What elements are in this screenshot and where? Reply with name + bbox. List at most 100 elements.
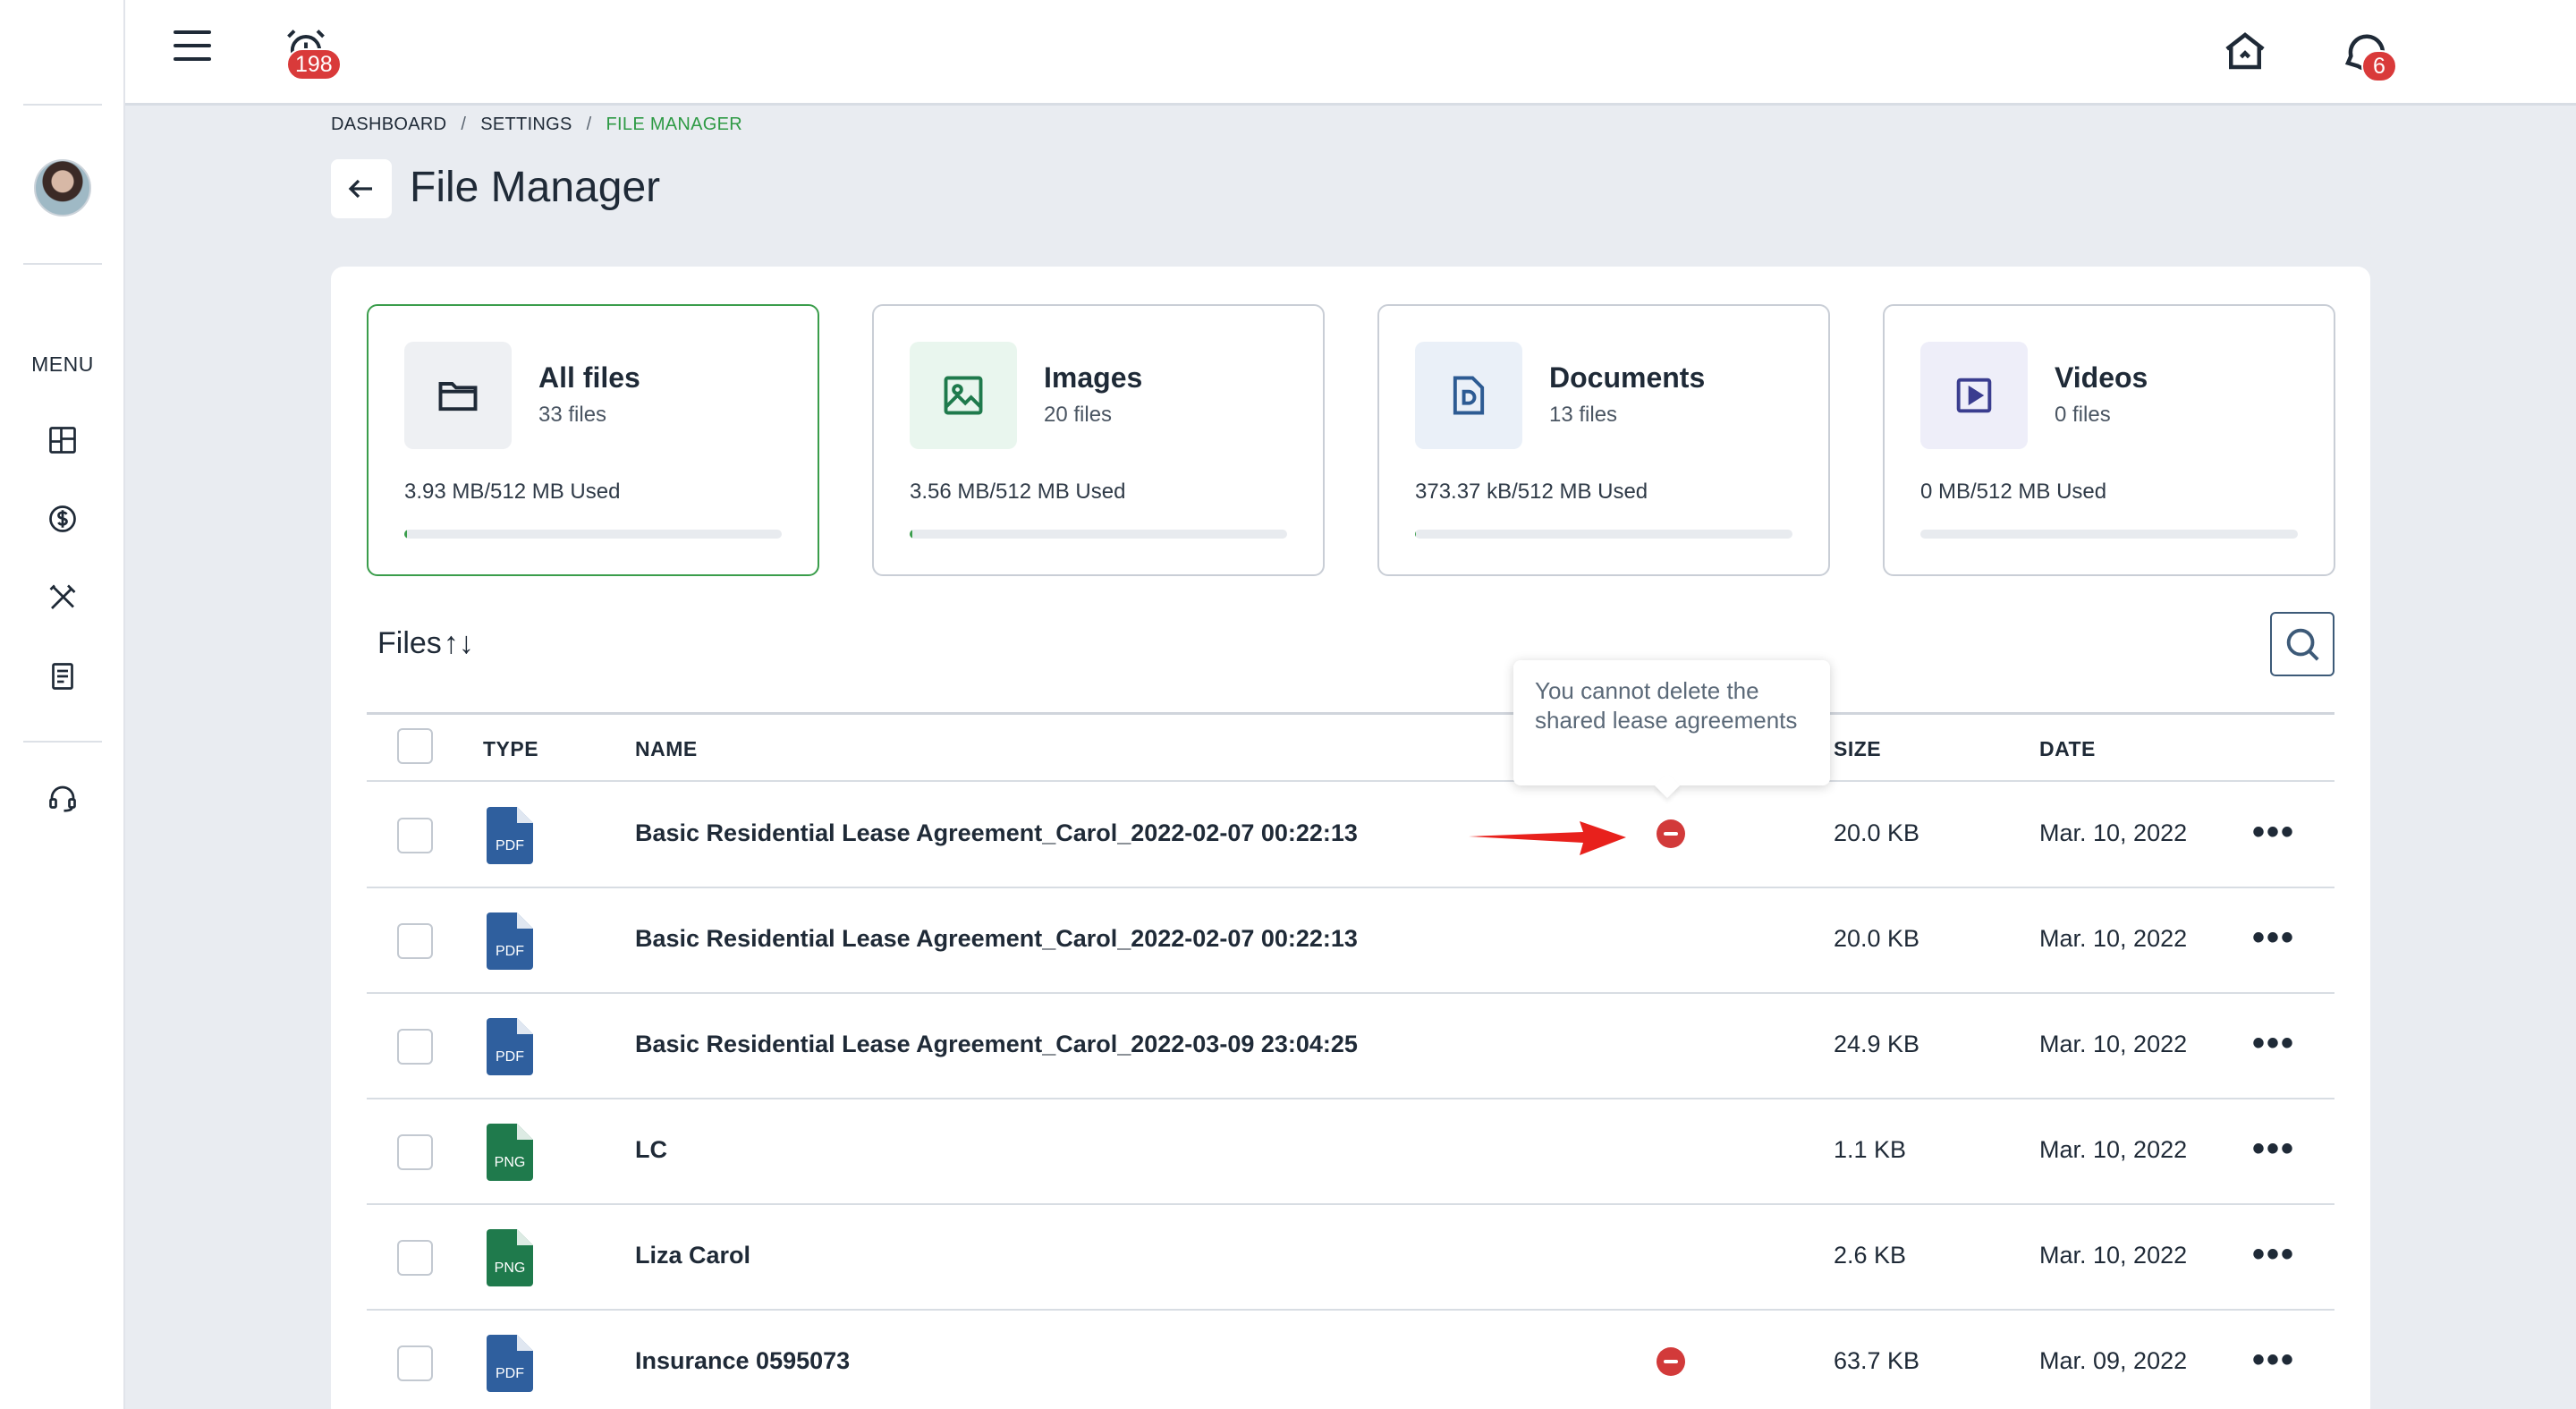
category-documents[interactable]: Documents 13 files 373.37 kB/512 MB Used: [1377, 304, 1830, 576]
category-count: 0 files: [2055, 403, 2111, 427]
category-title: Images: [1044, 361, 1143, 394]
file-name[interactable]: Basic Residential Lease Agreement_Carol_…: [635, 925, 1358, 953]
more-options-icon[interactable]: •••: [2252, 814, 2295, 850]
png-file-icon: PNG: [487, 1124, 533, 1181]
category-images[interactable]: Images 20 files 3.56 MB/512 MB Used: [872, 304, 1325, 576]
tools-icon[interactable]: [45, 580, 80, 615]
dashboard-icon[interactable]: [45, 422, 80, 458]
breadcrumb-settings[interactable]: SETTINGS: [480, 115, 572, 134]
category-usage: 0 MB/512 MB Used: [1920, 480, 2107, 504]
breadcrumb-file-manager: FILE MANAGER: [606, 115, 743, 134]
column-header-type: TYPE: [483, 737, 539, 760]
usage-bar: [910, 530, 1287, 539]
svg-text:PNG: PNG: [495, 1260, 526, 1276]
row-checkbox[interactable]: [397, 923, 433, 959]
delete-disabled-icon[interactable]: [1657, 1347, 1685, 1376]
file-size: 1.1 KB: [1834, 1136, 1907, 1163]
category-videos[interactable]: Videos 0 files 0 MB/512 MB Used: [1883, 304, 2335, 576]
file-date: Mar. 10, 2022: [2039, 1031, 2188, 1057]
file-size: 2.6 KB: [1834, 1242, 1907, 1269]
pdf-file-icon: PDF: [487, 1335, 533, 1392]
row-divider: [367, 1098, 2334, 1099]
category-count: 33 files: [538, 403, 607, 427]
files-sort-heading[interactable]: Files↑↓: [377, 626, 474, 661]
category-title: All files: [538, 361, 640, 394]
file-size: 20.0 KB: [1834, 819, 1920, 846]
file-name[interactable]: Basic Residential Lease Agreement_Carol_…: [635, 1031, 1358, 1058]
file-date: Mar. 09, 2022: [2039, 1347, 2188, 1374]
category-usage: 3.56 MB/512 MB Used: [910, 480, 1126, 504]
row-checkbox[interactable]: [397, 1345, 433, 1381]
file-date: Mar. 10, 2022: [2039, 1242, 2188, 1269]
alarm-count-badge: 198: [286, 48, 342, 81]
category-count: 13 files: [1549, 403, 1618, 427]
row-divider: [367, 1203, 2334, 1205]
page-title: File Manager: [410, 164, 661, 211]
divider: [23, 741, 102, 743]
folder-icon: [404, 342, 512, 449]
red-arrow-icon: [1469, 821, 1626, 855]
tooltip: You cannot delete the shared lease agree…: [1513, 660, 1830, 785]
row-checkbox[interactable]: [397, 818, 433, 853]
file-name[interactable]: LC: [635, 1136, 667, 1164]
category-usage: 3.93 MB/512 MB Used: [404, 480, 621, 504]
sidebar: MENU: [0, 0, 125, 1409]
document-file-icon: [1415, 342, 1522, 449]
category-all-files[interactable]: All files 33 files 3.93 MB/512 MB Used: [367, 304, 819, 576]
video-icon: [1920, 342, 2028, 449]
breadcrumb-dashboard[interactable]: DASHBOARD: [331, 115, 446, 134]
svg-text:PDF: PDF: [496, 944, 524, 959]
category-title: Videos: [2055, 361, 2148, 394]
arrow-left-icon: [348, 179, 372, 199]
avatar[interactable]: [34, 159, 91, 216]
back-button[interactable]: [331, 159, 392, 218]
sort-icon[interactable]: ↑↓: [444, 626, 474, 660]
search-button[interactable]: [2270, 612, 2334, 676]
table-divider: [367, 712, 2334, 715]
row-divider: [367, 1309, 2334, 1311]
divider: [23, 263, 102, 265]
dollar-icon[interactable]: [45, 501, 80, 537]
row-checkbox[interactable]: [397, 1240, 433, 1276]
image-icon: [910, 342, 1017, 449]
file-size: 20.0 KB: [1834, 925, 1920, 952]
home-icon[interactable]: [2221, 27, 2269, 75]
more-options-icon[interactable]: •••: [2252, 1236, 2295, 1272]
column-header-date: DATE: [2039, 737, 2096, 760]
svg-text:PDF: PDF: [496, 838, 524, 853]
row-checkbox[interactable]: [397, 1134, 433, 1170]
more-options-icon[interactable]: •••: [2252, 920, 2295, 955]
more-options-icon[interactable]: •••: [2252, 1342, 2295, 1378]
breadcrumb: DASHBOARD / SETTINGS / FILE MANAGER: [331, 115, 743, 134]
svg-text:PDF: PDF: [496, 1366, 524, 1381]
row-divider: [367, 992, 2334, 994]
messages-count-badge: 6: [2361, 50, 2397, 82]
select-all-checkbox[interactable]: [397, 728, 433, 764]
file-size: 24.9 KB: [1834, 1031, 1920, 1057]
pdf-file-icon: PDF: [487, 807, 533, 864]
menu-icon[interactable]: [174, 30, 211, 68]
files-title: Files: [377, 626, 442, 660]
file-date: Mar. 10, 2022: [2039, 925, 2188, 952]
support-icon[interactable]: [45, 780, 80, 816]
usage-bar: [1415, 530, 1792, 539]
more-options-icon[interactable]: •••: [2252, 1025, 2295, 1061]
divider: [23, 104, 102, 106]
menu-label: MENU: [31, 352, 94, 376]
png-file-icon: PNG: [487, 1229, 533, 1286]
delete-disabled-icon[interactable]: [1657, 819, 1685, 848]
pdf-file-icon: PDF: [487, 912, 533, 970]
document-icon[interactable]: [45, 658, 80, 694]
more-options-icon[interactable]: •••: [2252, 1131, 2295, 1167]
svg-text:PDF: PDF: [496, 1049, 524, 1065]
file-name[interactable]: Insurance 0595073: [635, 1347, 850, 1375]
category-count: 20 files: [1044, 403, 1113, 427]
file-name[interactable]: Liza Carol: [635, 1242, 750, 1269]
file-date: Mar. 10, 2022: [2039, 1136, 2188, 1163]
file-date: Mar. 10, 2022: [2039, 819, 2188, 846]
row-checkbox[interactable]: [397, 1029, 433, 1065]
pdf-file-icon: PDF: [487, 1018, 533, 1075]
category-title: Documents: [1549, 361, 1706, 394]
file-name[interactable]: Basic Residential Lease Agreement_Carol_…: [635, 819, 1358, 847]
column-header-name: NAME: [635, 737, 698, 760]
